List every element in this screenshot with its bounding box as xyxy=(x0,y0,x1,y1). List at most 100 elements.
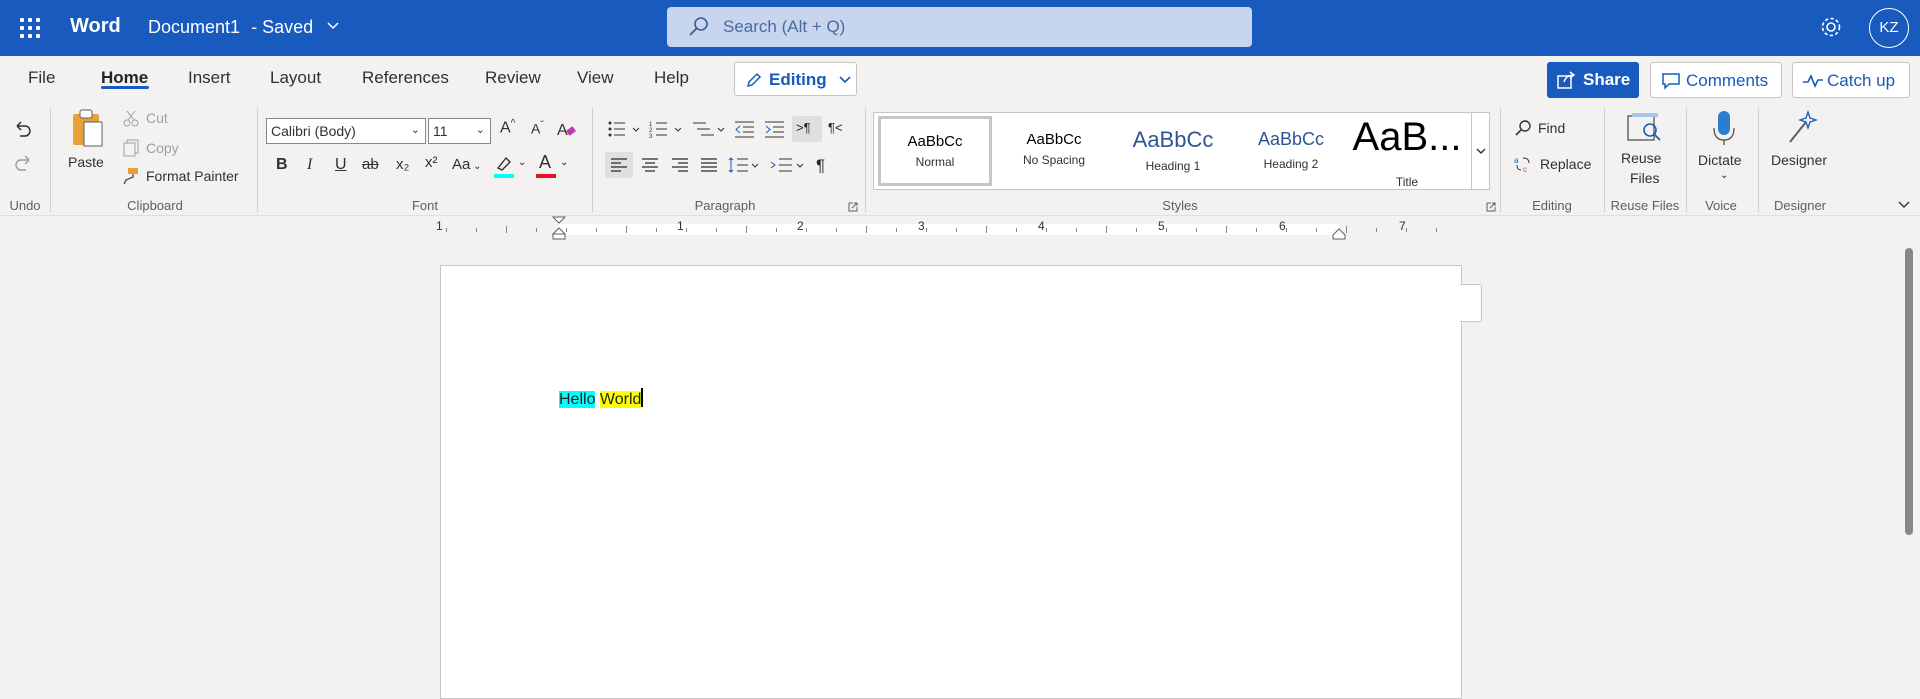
styles-more-button[interactable] xyxy=(1471,113,1489,189)
change-case-label: Aa xyxy=(452,156,471,173)
catch-up-button[interactable]: Catch up xyxy=(1792,62,1910,98)
font-name-select[interactable]: Calibri (Body) ⌄ xyxy=(266,118,426,144)
reuse-files-label-line2: Files xyxy=(1630,170,1660,186)
chevron-down-icon[interactable] xyxy=(1898,200,1910,210)
undo-icon[interactable] xyxy=(12,118,34,138)
dictate-button[interactable]: Dictate ⌄ xyxy=(1692,108,1756,194)
save-status: - Saved xyxy=(251,17,314,37)
ruler-tick xyxy=(506,226,507,233)
ruler-tick xyxy=(866,226,867,233)
increase-indent-icon[interactable] xyxy=(764,120,786,138)
highlighted-word[interactable]: World xyxy=(599,391,642,408)
ruler-tick xyxy=(686,228,687,232)
superscript-button[interactable]: x² xyxy=(425,154,438,171)
decrease-indent-icon[interactable] xyxy=(734,120,756,138)
find-button[interactable]: Find xyxy=(1514,118,1584,140)
ruler-tick xyxy=(956,228,957,232)
dialog-launcher-icon[interactable] xyxy=(848,202,858,212)
clear-formatting-icon[interactable]: A xyxy=(556,118,578,140)
replace-button[interactable]: ac Replace xyxy=(1514,154,1604,176)
font-size-select[interactable]: 11 ⌄ xyxy=(428,118,491,144)
tab-file[interactable]: File xyxy=(28,68,55,88)
ruler-tick xyxy=(1436,228,1437,232)
format-painter-label: Format Painter xyxy=(146,168,239,184)
share-button[interactable]: Share xyxy=(1547,62,1639,98)
justify-icon[interactable] xyxy=(700,157,718,173)
dialog-launcher-icon[interactable] xyxy=(1486,202,1496,212)
document-title[interactable]: Document1 - Saved xyxy=(148,17,313,38)
tab-home[interactable]: Home xyxy=(101,68,148,88)
reuse-files-button[interactable]: Reuse Files xyxy=(1618,110,1672,194)
chevron-down-icon[interactable] xyxy=(326,18,340,32)
grow-font-button[interactable]: A^ xyxy=(500,118,515,137)
line-spacing-icon[interactable] xyxy=(728,156,762,174)
copy-button[interactable]: Copy xyxy=(122,138,192,160)
ribbon: Undo Paste Cut Copy Format Painter Clipb… xyxy=(0,100,1920,216)
align-left-button[interactable] xyxy=(605,152,633,178)
italic-button[interactable]: I xyxy=(307,156,312,174)
change-case-button[interactable]: Aa ⌄ xyxy=(452,156,482,173)
document-text[interactable]: Hello World xyxy=(559,388,644,409)
tab-references[interactable]: References xyxy=(362,68,449,88)
ltr-button[interactable]: >¶ xyxy=(792,116,822,142)
document-page[interactable] xyxy=(440,265,1462,699)
chevron-down-icon: ⌄ xyxy=(1720,170,1729,181)
ruler-tick xyxy=(536,228,537,232)
format-painter-button[interactable]: Format Painter xyxy=(122,166,252,188)
numbering-icon[interactable]: 123 xyxy=(649,120,685,138)
tab-view[interactable]: View xyxy=(577,68,614,88)
document-name[interactable]: Document1 xyxy=(148,17,240,37)
ruler-tick xyxy=(1136,228,1137,232)
app-launcher-icon[interactable] xyxy=(18,16,42,40)
right-indent-marker-icon[interactable] xyxy=(1331,228,1347,240)
bold-button[interactable]: B xyxy=(276,156,288,174)
editing-group-label: Editing xyxy=(1532,198,1572,213)
bullets-icon[interactable] xyxy=(607,120,643,138)
rtl-paragraph-icon[interactable]: ¶< xyxy=(828,120,843,135)
align-right-icon[interactable] xyxy=(671,157,689,173)
paste-button[interactable]: Paste xyxy=(66,106,110,176)
style-heading-2[interactable]: AaBbCc Heading 2 xyxy=(1232,113,1350,189)
underline-button[interactable]: U xyxy=(335,156,347,174)
ruler-tick xyxy=(1196,228,1197,232)
vertical-scrollbar[interactable] xyxy=(1905,248,1913,535)
pencil-icon xyxy=(746,72,762,88)
redo-icon[interactable] xyxy=(12,152,34,172)
designer-button[interactable]: Designer xyxy=(1766,108,1836,194)
tab-help[interactable]: Help xyxy=(654,68,689,88)
tab-layout[interactable]: Layout xyxy=(270,68,321,88)
cut-button[interactable]: Cut xyxy=(122,108,182,130)
ruler-tick xyxy=(1016,228,1017,232)
subscript-button[interactable]: x₂ xyxy=(396,156,409,173)
settings-gear-icon[interactable] xyxy=(1818,14,1844,40)
editing-mode-button[interactable]: Editing xyxy=(734,62,857,96)
style-no-spacing[interactable]: AaBbCc No Spacing xyxy=(997,113,1111,189)
highlighted-word[interactable]: Hello xyxy=(559,391,596,408)
comments-button[interactable]: Comments xyxy=(1650,62,1782,98)
shrink-font-button[interactable]: Aˇ xyxy=(531,120,544,137)
ruler-number: 1 xyxy=(677,219,684,233)
align-center-icon[interactable] xyxy=(641,157,659,173)
search-icon xyxy=(1515,120,1531,136)
show-formatting-marks-icon[interactable]: ¶ xyxy=(816,156,825,176)
editing-mode-label: Editing xyxy=(769,70,827,89)
multilevel-list-icon[interactable] xyxy=(692,120,728,138)
style-normal[interactable]: AaBbCc Normal xyxy=(878,116,992,186)
style-title[interactable]: AaB... Title xyxy=(1350,113,1464,189)
ruler-tick xyxy=(596,228,597,232)
paragraph-spacing-icon[interactable] xyxy=(770,156,806,174)
style-heading-1[interactable]: AaBbCc Heading 1 xyxy=(1114,113,1232,189)
app-name[interactable]: Word xyxy=(70,15,121,38)
indent-marker-icon[interactable] xyxy=(551,216,567,240)
font-size-value: 11 xyxy=(433,123,448,139)
search-input[interactable]: Search (Alt + Q) xyxy=(667,7,1252,47)
style-name: Normal xyxy=(915,155,955,169)
tab-insert[interactable]: Insert xyxy=(188,68,231,88)
ruler-tick xyxy=(776,228,777,232)
highlight-color-button[interactable]: ⌄ xyxy=(494,154,528,180)
font-color-button[interactable]: A ⌄ xyxy=(536,152,570,180)
avatar[interactable]: KZ xyxy=(1869,8,1909,48)
strikethrough-button[interactable]: ab xyxy=(362,156,379,173)
tab-review[interactable]: Review xyxy=(485,68,541,88)
paintbrush-icon xyxy=(123,168,138,185)
